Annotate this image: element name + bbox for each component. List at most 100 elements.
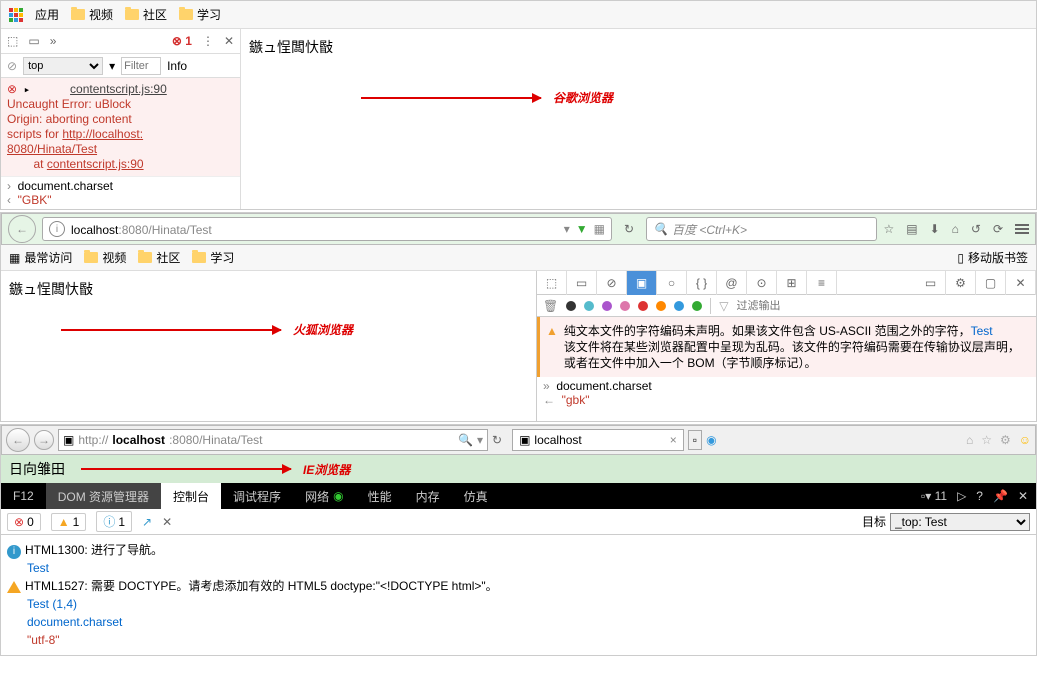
new-tab-button[interactable]: ▫ (688, 430, 702, 450)
download-icon[interactable]: ⬇ (930, 222, 940, 236)
shield-icon[interactable]: ▼ (576, 222, 588, 236)
dropdown-icon[interactable]: ▾ (477, 433, 483, 447)
tab-memory[interactable]: ⊞ (777, 271, 807, 295)
more-tabs-icon[interactable]: » (50, 34, 57, 48)
console-link[interactable]: Test (27, 559, 1030, 577)
sync-icon[interactable]: ⟳ (993, 222, 1003, 236)
pocket-icon[interactable]: ▤ (906, 222, 917, 236)
apps-label[interactable]: 应用 (35, 6, 59, 23)
tab-emulation[interactable]: 仿真 (452, 483, 500, 509)
filter-dot-orange[interactable] (656, 301, 666, 311)
settings-icon[interactable]: ⚙ (1000, 433, 1011, 447)
help-icon[interactable]: ? (976, 489, 983, 503)
tab-debugger[interactable]: ○ (657, 271, 687, 295)
close-icon[interactable]: ✕ (1018, 489, 1028, 503)
edge-icon[interactable]: ◉ (706, 433, 716, 447)
home-icon[interactable]: ⌂ (952, 222, 959, 236)
tab-network[interactable]: 网络◉ (293, 483, 356, 509)
filter-dot-green[interactable] (692, 301, 702, 311)
home-icon[interactable]: ⌂ (966, 433, 973, 447)
back-button[interactable]: ← (8, 215, 36, 243)
info-label[interactable]: Info (167, 59, 187, 73)
filter-input[interactable] (736, 300, 1030, 312)
browser-tab[interactable]: ▣ localhost × (512, 429, 684, 451)
qr-icon[interactable]: ▦ (594, 222, 605, 236)
error-badge[interactable]: ⊗0 (7, 513, 41, 531)
bookmark-community[interactable]: 社区 (125, 6, 167, 23)
tab-disable[interactable]: ⊘ (597, 271, 627, 295)
info-badge[interactable]: ⓘ1 (96, 511, 132, 532)
info-icon[interactable]: i (49, 221, 65, 237)
tab-network[interactable]: @ (717, 271, 747, 295)
tab-debugger[interactable]: 调试程序 (221, 483, 293, 509)
target-select[interactable]: _top: Test (890, 513, 1030, 531)
search-icon[interactable]: 🔍 (458, 433, 473, 447)
smiley-icon[interactable]: ☺ (1019, 433, 1031, 447)
device-icon[interactable]: ▭ (28, 34, 39, 48)
mobile-bookmarks[interactable]: ▯移动版书签 (957, 249, 1028, 266)
filter-dot-cyan[interactable] (584, 301, 594, 311)
bookmark-video[interactable]: 视频 (84, 249, 126, 266)
clear-icon[interactable]: ✕ (162, 515, 172, 529)
inspect-icon[interactable]: ⬚ (7, 34, 18, 48)
error-url-link[interactable]: http://localhost: (62, 127, 143, 141)
tab-close-icon[interactable]: × (670, 433, 677, 447)
tab-style[interactable]: { } (687, 271, 717, 295)
kebab-icon[interactable]: ⋮ (202, 34, 214, 48)
tab-memory[interactable]: 内存 (404, 483, 452, 509)
forward-button[interactable]: → (34, 430, 54, 450)
tab-storage[interactable]: ≡ (807, 271, 837, 295)
tab-dock[interactable]: ▢ (976, 271, 1006, 295)
console-toggle-icon[interactable]: ▷ (957, 489, 966, 503)
error-badge[interactable]: ⊗ 1 (172, 34, 192, 48)
search-bar[interactable]: 🔍 百度 <Ctrl+K> (646, 217, 877, 241)
trash-icon[interactable]: 🗑 (543, 299, 558, 313)
dropdown-icon[interactable]: ▾ (109, 59, 115, 73)
address-bar[interactable]: ▣ http://localhost:8080/Hinata/Test 🔍 ▾ (58, 429, 488, 451)
tab-pick[interactable]: ▭ (567, 271, 597, 295)
menu-icon[interactable] (1015, 224, 1029, 234)
tab-responsive[interactable]: ▭ (916, 271, 946, 295)
console-link[interactable]: Test (1,4) (27, 595, 1030, 613)
tab-performance[interactable]: 性能 (356, 483, 404, 509)
tab-close[interactable]: ✕ (1006, 271, 1036, 295)
context-select[interactable]: top (23, 57, 103, 75)
tab-console[interactable]: 控制台 (161, 483, 221, 509)
reload-button[interactable]: ↻ (618, 222, 640, 236)
dropdown-icon[interactable]: ▾ (564, 222, 570, 236)
bookmark-star-icon[interactable]: ☆ (883, 222, 894, 236)
filter-dot-black[interactable] (566, 301, 576, 311)
bookmark-study[interactable]: 学习 (179, 6, 221, 23)
address-bar[interactable]: i localhost:8080/Hinata/Test ▾ ▼ ▦ (42, 217, 612, 241)
refresh-button[interactable]: ↻ (492, 433, 502, 447)
apps-icon[interactable] (9, 8, 23, 22)
tab-settings[interactable]: ⚙ (946, 271, 976, 295)
close-icon[interactable]: ✕ (224, 34, 234, 48)
filter-input[interactable] (121, 57, 161, 75)
back-button[interactable]: ← (6, 428, 30, 452)
tab-perf[interactable]: ⊙ (747, 271, 777, 295)
history-icon[interactable]: ↺ (971, 222, 981, 236)
error-link[interactable]: contentscript.js:90 (70, 82, 167, 96)
device-icon[interactable]: ▫▾ 11 (921, 489, 947, 503)
tab-dom[interactable]: DOM 资源管理器 (46, 483, 161, 509)
filter-dot-red[interactable] (638, 301, 648, 311)
tab-inspector[interactable]: ⬚ (537, 271, 567, 295)
favorites-icon[interactable]: ☆ (981, 433, 992, 447)
bookmark-video[interactable]: 视频 (71, 6, 113, 23)
filter-dot-pink[interactable] (620, 301, 630, 311)
error-url-link2[interactable]: 8080/Hinata/Test (7, 142, 97, 156)
warning-link[interactable]: Test (971, 324, 993, 338)
pin-icon[interactable]: 📌 (993, 489, 1008, 503)
clear-console-icon[interactable]: ⊘ (7, 59, 17, 73)
most-visited[interactable]: ▦最常访问 (9, 249, 72, 266)
bookmark-study[interactable]: 学习 (192, 249, 234, 266)
tab-f12[interactable]: F12 (1, 483, 46, 509)
warning-badge[interactable]: ▲1 (51, 513, 87, 531)
filter-dot-purple[interactable] (602, 301, 612, 311)
bookmark-community[interactable]: 社区 (138, 249, 180, 266)
filter-dot-blue[interactable] (674, 301, 684, 311)
error-link2[interactable]: contentscript.js:90 (47, 157, 144, 171)
target-icon[interactable]: ↗ (142, 515, 152, 529)
tab-console[interactable]: ▣ (627, 271, 657, 295)
